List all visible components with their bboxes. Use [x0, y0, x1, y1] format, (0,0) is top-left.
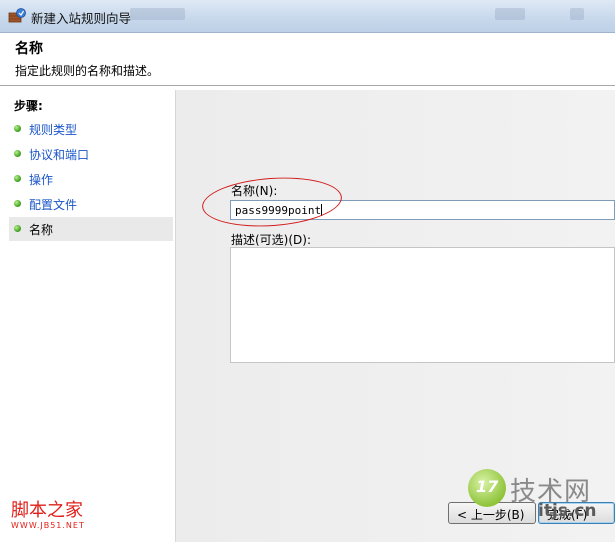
background-blur: [495, 8, 525, 20]
wizard-header: 名称 指定此规则的名称和描述。: [0, 33, 615, 86]
step-label: 操作: [29, 173, 54, 187]
green-dot-icon: [14, 125, 21, 132]
step-profile[interactable]: 配置文件: [9, 192, 173, 216]
watermark-jb51: 脚本之家 WWW.JB51.NET: [11, 500, 85, 531]
step-rule-type[interactable]: 规则类型: [9, 117, 173, 141]
step-action[interactable]: 操作: [9, 167, 173, 191]
watermark-site: itjs.cn: [538, 501, 597, 521]
step-name: 名称: [9, 217, 173, 241]
green-dot-icon: [14, 150, 21, 157]
title-bar: 新建入站规则向导: [0, 0, 615, 33]
background-blur: [570, 8, 584, 20]
description-textarea[interactable]: [230, 247, 615, 363]
step-label: 名称: [29, 223, 54, 237]
description-label: 描述(可选)(D):: [231, 233, 312, 247]
page-description: 指定此规则的名称和描述。: [15, 64, 160, 78]
window-title: 新建入站规则向导: [31, 11, 132, 26]
watermark-itjs: 17 技术网 itjs.cn: [468, 463, 608, 521]
green-dot-icon: [14, 200, 21, 207]
background-blur: [130, 8, 185, 20]
step-label: 规则类型: [29, 123, 78, 137]
watermark-text: 脚本之家: [11, 500, 83, 521]
watermark-number: 17: [476, 477, 499, 496]
green-dot-icon: [14, 175, 21, 182]
step-label: 配置文件: [29, 198, 78, 212]
steps-panel: 步骤: 规则类型 协议和端口 操作 配置文件 名称: [9, 90, 176, 542]
watermark-url: WWW.JB51.NET: [11, 521, 85, 530]
green-dot-icon: [14, 225, 21, 232]
step-label: 协议和端口: [29, 148, 90, 162]
steps-title: 步骤:: [14, 99, 43, 113]
firewall-shield-icon: [8, 8, 26, 23]
page-title: 名称: [15, 41, 43, 57]
step-protocol-ports[interactable]: 协议和端口: [9, 142, 173, 166]
